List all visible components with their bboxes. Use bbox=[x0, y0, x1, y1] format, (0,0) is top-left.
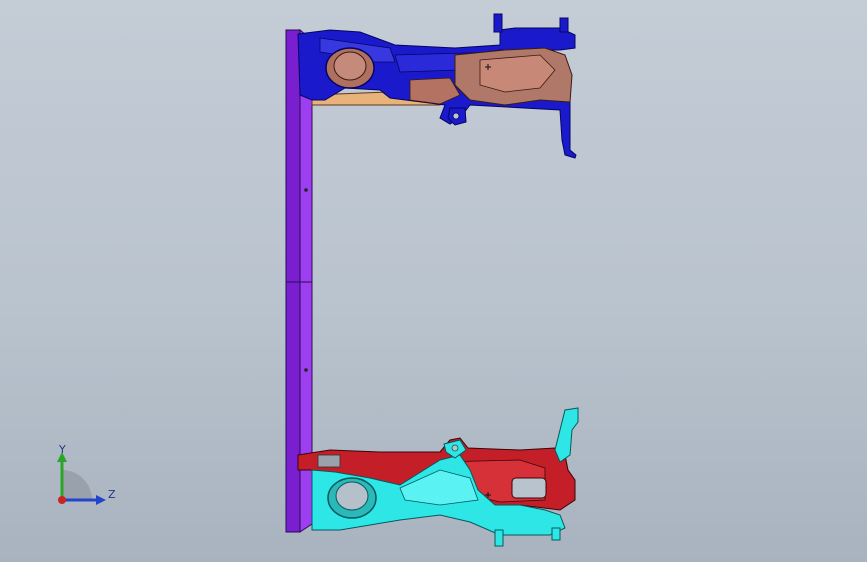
triad-quadrant bbox=[62, 470, 92, 500]
y-axis-label: Y bbox=[58, 443, 66, 456]
x-axis-dot bbox=[58, 496, 66, 504]
z-axis-label: Z bbox=[108, 488, 116, 501]
lower-assembly[interactable] bbox=[297, 407, 579, 547]
graphics-viewport[interactable]: Y Z bbox=[0, 0, 867, 562]
z-axis-arrow bbox=[96, 495, 106, 505]
upper-assembly[interactable] bbox=[297, 13, 577, 159]
cad-model[interactable] bbox=[0, 0, 867, 562]
view-orientation-triad: Y Z bbox=[57, 443, 116, 505]
